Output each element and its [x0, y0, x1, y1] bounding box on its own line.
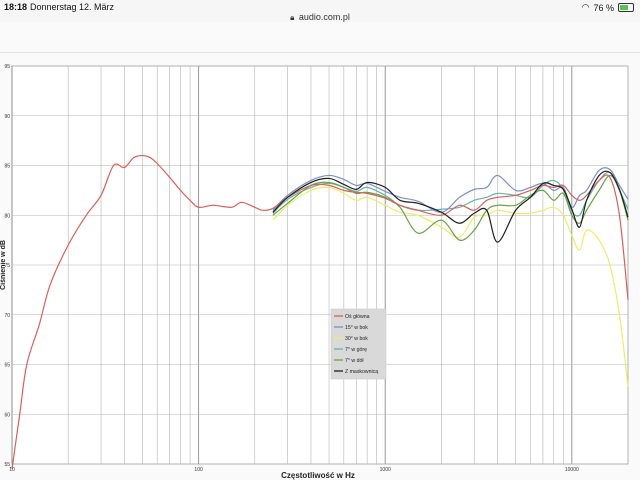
x-axis-label: Częstotliwość w Hz	[281, 471, 355, 480]
legend-entry: 7° w dół	[345, 358, 364, 364]
legend-entry: 7° w górę	[345, 347, 367, 353]
y-tick-label: 65	[4, 363, 10, 369]
y-tick-label: 55	[4, 462, 10, 468]
y-tick-label: 90	[4, 114, 10, 120]
y-tick-label: 95	[4, 64, 10, 70]
x-tick-label: 100	[194, 467, 203, 473]
x-tick-label: 10	[9, 467, 15, 473]
legend-entry: Z maskownicą	[345, 369, 378, 375]
chart-legend: Oś główna 15° w bok 30° w bok 7° w górę 7° w…	[330, 308, 387, 380]
x-tick-label: 1000	[380, 467, 391, 473]
frequency-response-chart: 10 100 1000 10000556065707580859095 Częstot…	[0, 64, 629, 480]
y-tick-label: 70	[4, 313, 10, 319]
x-tick-label: 10000	[565, 467, 579, 473]
y-tick-label: 85	[4, 164, 10, 170]
legend-entry: 15° w bok	[345, 325, 368, 331]
y-tick-label: 60	[4, 412, 10, 418]
y-tick-label: 80	[4, 213, 10, 219]
y-axis-label: Ciśnienie w dB	[0, 240, 7, 290]
legend-entry: 30° w bok	[345, 336, 368, 342]
legend-entry: Oś główna	[345, 314, 370, 320]
